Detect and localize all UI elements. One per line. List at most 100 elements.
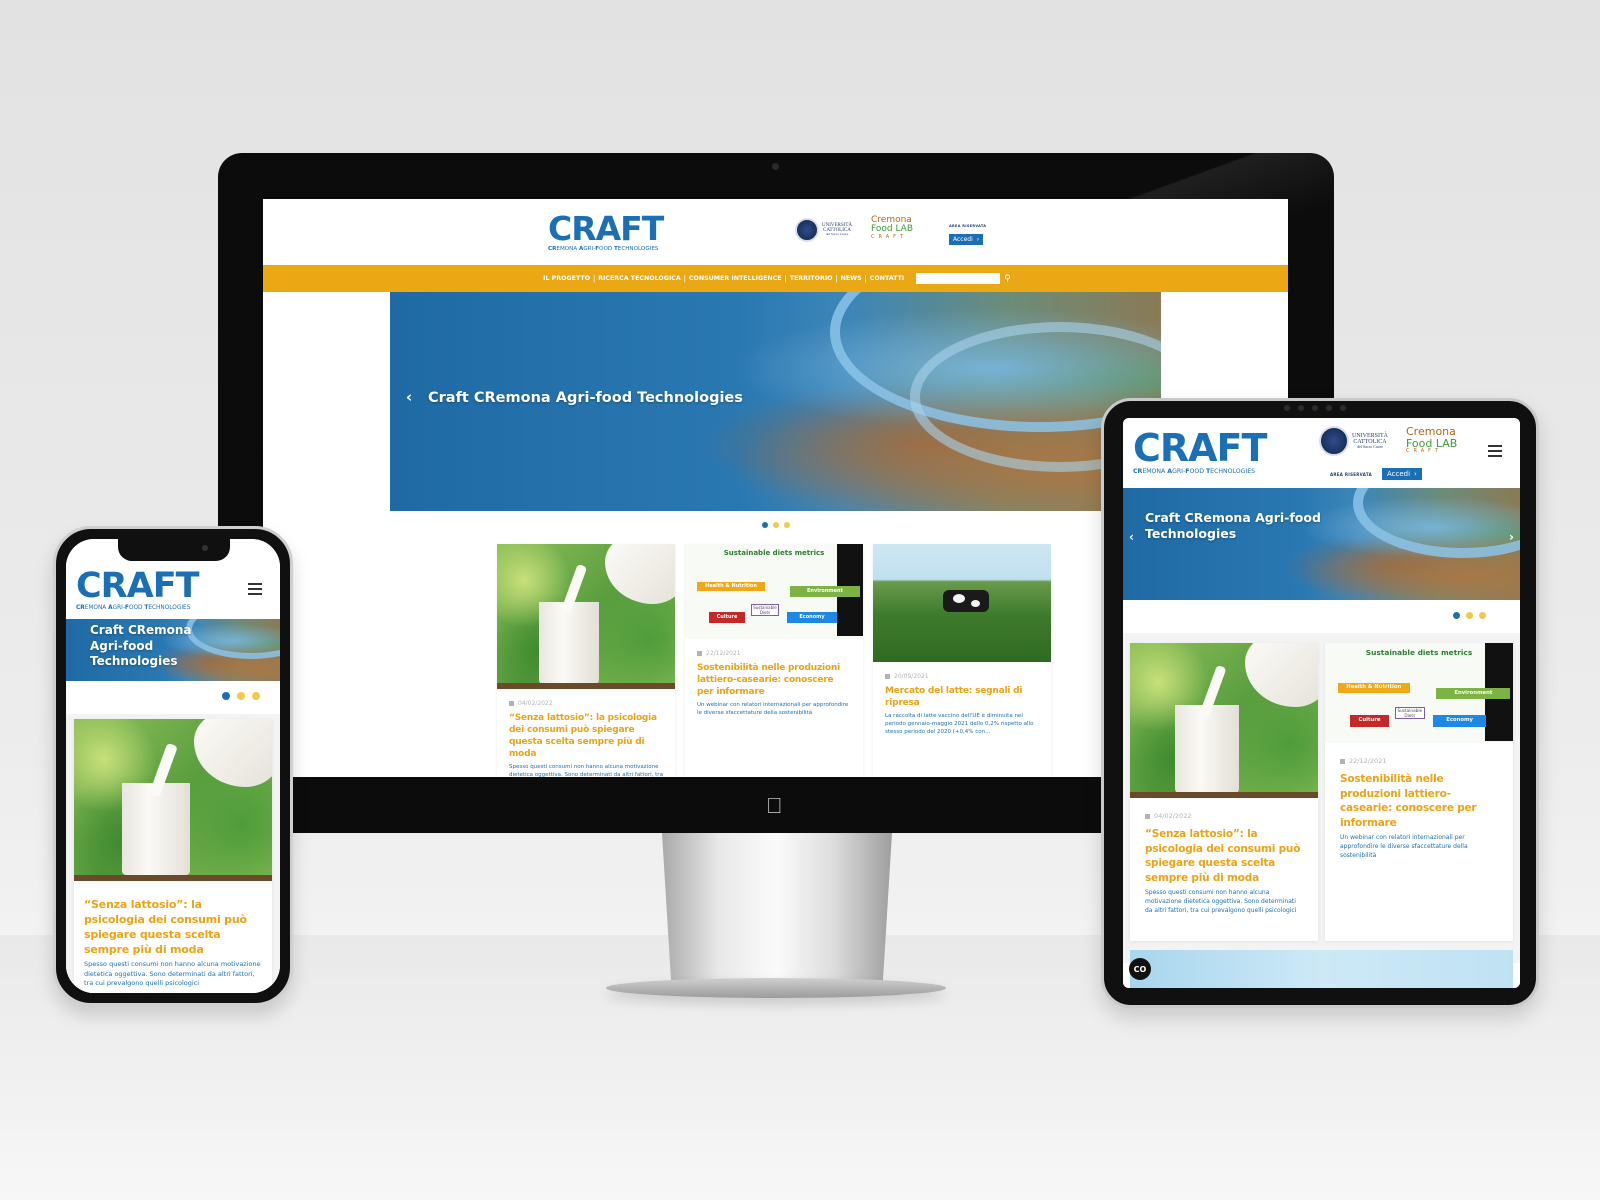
- logo-subtitle: CREMONA AGRI-FOOD TECHNOLOGIES: [1133, 468, 1256, 475]
- nav-contatti[interactable]: CONTATTI: [867, 275, 908, 282]
- calendar-icon: [885, 674, 890, 679]
- reserved-area: AREA RISERVATA Accedi ›: [949, 224, 987, 245]
- article-excerpt: Un webinar con relatori internazionali p…: [1340, 834, 1468, 859]
- article-thumbnail-cow: [873, 544, 1051, 662]
- menu-hamburger-icon[interactable]: [1488, 445, 1502, 460]
- article-title[interactable]: Sostenibilità nelle produzioni lattiero-…: [1340, 772, 1498, 830]
- hero-prev-arrow[interactable]: ‹: [1129, 530, 1134, 544]
- article-title[interactable]: Sostenibilità nelle produzioni lattiero-…: [697, 662, 851, 698]
- tablet-website: CRAFT CREMONA AGRI-FOOD TECHNOLOGIES UNI…: [1123, 418, 1520, 988]
- article-card[interactable]: “Senza lattosio”: la psicologia dei cons…: [74, 719, 272, 993]
- hero-dot-2[interactable]: [772, 522, 779, 528]
- slide-box-culture: Culture: [1350, 715, 1389, 727]
- article-excerpt: Spesso questi consumi non hanno alcuna m…: [509, 764, 663, 777]
- ucsc-logo[interactable]: UNIVERSITÀ CATTOLICA del Sacro Cuore: [795, 218, 852, 242]
- slide-box-economy: Economy: [787, 612, 837, 623]
- university-seal-icon: [1319, 426, 1349, 456]
- logo-subtitle: CREMONA AGRI-FOOD TECHNOLOGIES: [76, 605, 191, 611]
- craft-logo[interactable]: CRAFT CREMONA AGRI-FOOD TECHNOLOGIES: [1133, 429, 1267, 475]
- article-card[interactable]: 20/09/2021 Mercato del latte: segnali di…: [873, 544, 1051, 777]
- hero-slider: Craft CRemona Agri-food Technologies: [66, 619, 280, 681]
- hero-dot-3[interactable]: [1479, 612, 1486, 619]
- article-thumbnail-slide: Sustainable diets metrics Sustainable Die…: [1325, 643, 1513, 743]
- article-title[interactable]: “Senza lattosio”: la psicologia dei cons…: [84, 897, 262, 957]
- reserved-area: AREA RISERVATA Accedi ›: [1330, 468, 1422, 480]
- hero-dot-1[interactable]: [222, 692, 230, 700]
- hero-title: Craft CRemona Agri-food Technologies: [1145, 510, 1321, 541]
- hero-dot-1[interactable]: [761, 522, 768, 528]
- imac-stand-base: [606, 978, 946, 998]
- article-title[interactable]: Mercato del latte: segnali di ripresa: [885, 685, 1039, 709]
- accedi-button[interactable]: Accedi ›: [949, 234, 984, 245]
- slide-box-health-nutrition: Health & Nutrition: [1337, 683, 1410, 693]
- tablet-header: CRAFT CREMONA AGRI-FOOD TECHNOLOGIES UNI…: [1123, 418, 1520, 488]
- article-card[interactable]: Sustainable diets metrics Sustainable Die…: [1325, 643, 1513, 941]
- article-title[interactable]: “Senza lattosio”: la psicologia dei cons…: [1145, 827, 1303, 885]
- hero-slider: ‹ Craft CRemona Agri-food Technologies: [390, 292, 1161, 511]
- ipad-device: CRAFT CREMONA AGRI-FOOD TECHNOLOGIES UNI…: [1101, 398, 1539, 1008]
- mobile-website: CRAFT CREMONA AGRI-FOOD TECHNOLOGIES Cra…: [66, 539, 280, 993]
- slide-box-culture: Culture: [709, 612, 745, 623]
- nav-ricerca-tecnologica[interactable]: RICERCA TECNOLOGICA: [595, 275, 684, 282]
- nav-consumer-intelligence[interactable]: CONSUMER INTELLIGENCE: [686, 275, 785, 282]
- slide-center-box: Sustainable Diets: [751, 604, 779, 616]
- search-icon[interactable]: ⚲: [1004, 273, 1011, 284]
- slide-box-economy: Economy: [1433, 715, 1487, 727]
- hero-dot-2[interactable]: [1466, 612, 1473, 619]
- site-header: CRAFT CREMONA AGRI-FOOD TECHNOLOGIES UNI…: [263, 199, 1288, 265]
- slide-box-environment: Environment: [790, 586, 860, 597]
- logo-subtitle: CREMONA AGRI-FOOD TECHNOLOGIES: [548, 246, 659, 252]
- imac-stand: [662, 833, 892, 983]
- article-thumbnail-milk: [74, 719, 272, 881]
- hero-dot-3[interactable]: [783, 522, 790, 528]
- search-input[interactable]: [916, 273, 1001, 284]
- hero-title: Craft CRemona Agri-food Technologies: [428, 390, 743, 406]
- calendar-icon: [509, 701, 514, 706]
- article-title[interactable]: “Senza lattosio”: la psicologia dei cons…: [509, 712, 663, 760]
- hero-next-arrow[interactable]: ›: [1509, 530, 1514, 544]
- slide-box-health-nutrition: Health & Nutrition: [697, 582, 765, 591]
- craft-logo[interactable]: CRAFT CREMONA AGRI-FOOD TECHNOLOGIES: [548, 212, 664, 252]
- hero-slider: ‹ › Craft CRemona Agri-food Technologies: [1123, 488, 1520, 600]
- cremona-foodlab-logo[interactable]: Cremona Food LAB CRAFT: [871, 215, 913, 240]
- calendar-icon: [1145, 813, 1150, 819]
- calendar-icon: [1340, 758, 1345, 764]
- article-thumbnail-partial: [1130, 950, 1513, 988]
- menu-hamburger-icon[interactable]: [248, 583, 262, 598]
- imac-camera: [772, 163, 779, 170]
- hero-dot-2[interactable]: [237, 692, 245, 700]
- slide-box-environment: Environment: [1436, 687, 1511, 700]
- cow-image: [943, 590, 989, 612]
- iphone-device: CRAFT CREMONA AGRI-FOOD TECHNOLOGIES Cra…: [53, 526, 293, 1006]
- cc-toggle-button[interactable]: CO: [1129, 958, 1151, 980]
- nav-news[interactable]: NEWS: [838, 275, 865, 282]
- article-excerpt: Spesso questi consumi non hanno alcuna m…: [1145, 889, 1297, 914]
- hero-dot-1[interactable]: [1453, 612, 1460, 619]
- calendar-icon: [697, 651, 702, 656]
- main-nav: IL PROGETTO | RICERCA TECNOLOGICA | CONS…: [263, 265, 1288, 292]
- university-seal-icon: [795, 218, 819, 242]
- nav-il-progetto[interactable]: IL PROGETTO: [540, 275, 593, 282]
- slide-center-box: Sustainable Diets: [1394, 706, 1425, 719]
- article-card[interactable]: 04/02/2022 “Senza lattosio”: la psicolog…: [1130, 643, 1318, 941]
- article-thumbnail-milk: [1130, 643, 1318, 798]
- hero-pagination: [1453, 612, 1486, 619]
- article-card[interactable]: Sustainable diets metrics Sustainable Die…: [685, 544, 863, 777]
- cremona-foodlab-logo[interactable]: Cremona Food LAB CRAFT: [1406, 426, 1457, 454]
- chevron-right-icon: ›: [1414, 470, 1417, 478]
- apple-logo-icon: : [766, 793, 783, 819]
- chevron-right-icon: ›: [976, 236, 980, 243]
- craft-logo[interactable]: CRAFT CREMONA AGRI-FOOD TECHNOLOGIES: [76, 569, 200, 612]
- article-excerpt: Un webinar con relatori internazionali p…: [697, 702, 849, 716]
- ucsc-logo[interactable]: UNIVERSITÀ CATTOLICA del Sacro Cuore: [1319, 426, 1388, 456]
- article-excerpt: La raccolta di latte vaccino dell'UE è d…: [885, 713, 1034, 735]
- hero-dot-3[interactable]: [252, 692, 260, 700]
- nav-territorio[interactable]: TERRITORIO: [787, 275, 836, 282]
- hero-prev-arrow[interactable]: ‹: [406, 388, 412, 406]
- hero-pagination: [222, 692, 260, 700]
- article-thumbnail-slide: Sustainable diets metrics Sustainable Die…: [685, 544, 863, 639]
- article-card[interactable]: 04/02/2022 “Senza lattosio”: la psicolog…: [497, 544, 675, 777]
- article-excerpt: Spesso questi consumi non hanno alcuna m…: [84, 960, 261, 987]
- hero-title: Craft CRemona Agri-food Technologies: [90, 623, 192, 668]
- accedi-button[interactable]: Accedi ›: [1381, 468, 1422, 480]
